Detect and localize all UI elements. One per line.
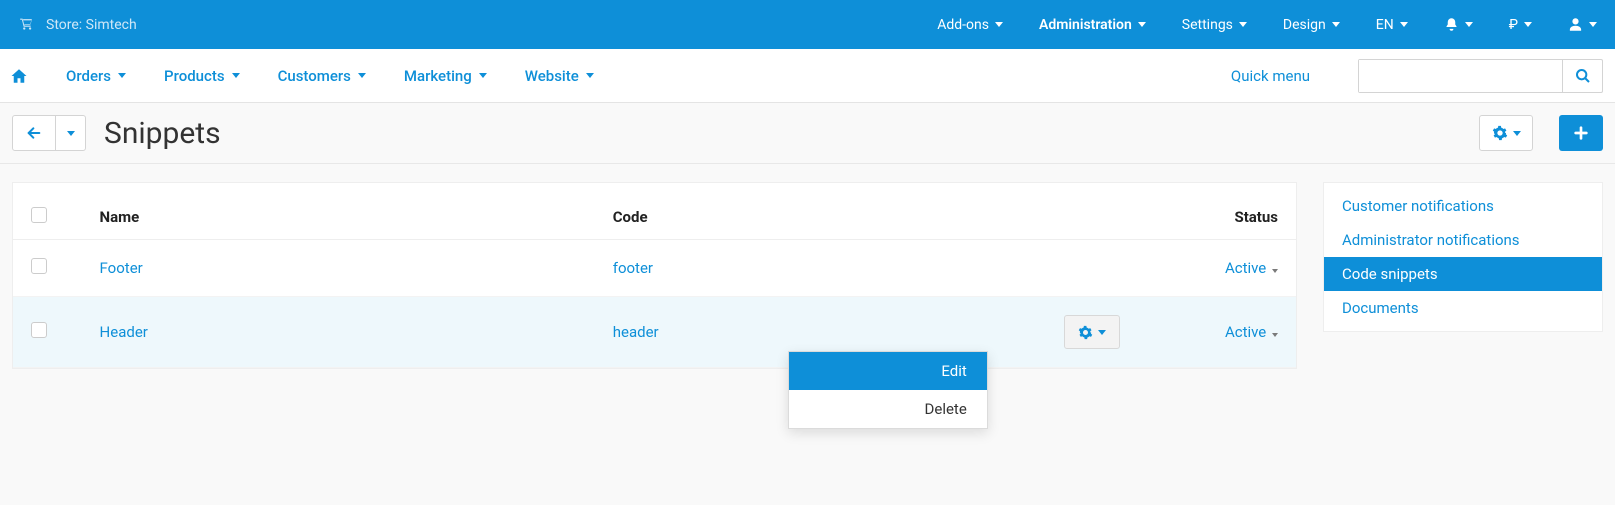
bell-icon [1444,17,1459,32]
nav-website[interactable]: Website [525,67,594,85]
header-actions [980,195,1138,240]
search-input[interactable] [1359,60,1562,92]
content-area: Name Code Status Footer footer Active He… [0,164,1615,409]
caret-icon [1272,333,1278,337]
caret-icon [1098,330,1106,335]
sidebar: Customer notifications Administrator not… [1323,182,1603,332]
caret-icon [586,73,594,78]
row-checkbox[interactable] [31,258,47,274]
caret-icon [67,131,75,136]
caret-icon [118,73,126,78]
gear-icon [1492,125,1508,141]
nav-marketing[interactable]: Marketing [404,67,487,85]
top-menu: Add-ons Administration Settings Design E… [937,17,1597,33]
page-settings-button[interactable] [1479,115,1533,151]
header-name: Name [82,195,595,240]
header-status: Status [1138,195,1296,240]
snippets-panel: Name Code Status Footer footer Active He… [12,182,1297,369]
sidebar-item-code-snippets[interactable]: Code snippets [1324,257,1602,291]
row-actions-button[interactable] [1064,315,1120,349]
caret-icon [995,22,1003,27]
plus-icon [1573,125,1589,141]
caret-icon [1272,269,1278,273]
menu-item-edit[interactable]: Edit [789,352,987,390]
nav-orders[interactable]: Orders [66,67,126,85]
back-dropdown[interactable] [56,115,86,151]
select-all-checkbox[interactable] [31,207,47,223]
snippet-code-link[interactable]: footer [613,259,653,277]
topmenu-currency[interactable]: ₽ [1509,17,1532,33]
caret-icon [1524,22,1532,27]
header-code: Code [595,195,980,240]
caret-icon [232,73,240,78]
table-row: Header header Edit Delete [13,297,1296,368]
caret-icon [1400,22,1408,27]
caret-icon [1465,22,1473,27]
snippets-table: Name Code Status Footer footer Active He… [13,195,1296,368]
snippet-name-link[interactable]: Footer [100,259,143,277]
search-button[interactable] [1562,60,1602,92]
topmenu-language[interactable]: EN [1376,17,1408,33]
menu-item-delete[interactable]: Delete [789,390,987,428]
snippet-name-link[interactable]: Header [100,323,148,341]
quick-menu[interactable]: Quick menu [1231,67,1310,85]
back-button-group [12,115,86,151]
store-label: Store: Simtech [46,17,137,33]
arrow-left-icon [25,125,43,141]
search-box [1358,59,1603,93]
store-selector[interactable]: Store: Simtech [18,17,137,33]
add-button[interactable] [1559,115,1603,151]
cart-icon [18,18,34,32]
gear-icon [1078,325,1093,340]
back-button[interactable] [12,115,56,151]
status-dropdown[interactable]: Active [1225,259,1278,277]
page-header: Snippets [0,103,1615,164]
caret-icon [1239,22,1247,27]
caret-icon [1332,22,1340,27]
caret-icon [358,73,366,78]
caret-icon [1138,22,1146,27]
snippet-code-link[interactable]: header [613,323,659,341]
table-row: Footer footer Active [13,240,1296,297]
caret-icon [1589,22,1597,27]
search-icon [1575,68,1591,84]
user-icon [1568,17,1583,32]
top-bar: Store: Simtech Add-ons Administration Se… [0,0,1615,49]
row-checkbox[interactable] [31,322,47,338]
nav-products[interactable]: Products [164,67,240,85]
sidebar-item-customer-notifications[interactable]: Customer notifications [1324,189,1602,223]
caret-icon [1513,131,1521,136]
topmenu-addons[interactable]: Add-ons [937,17,1003,33]
topmenu-design[interactable]: Design [1283,17,1340,33]
status-dropdown[interactable]: Active [1225,323,1278,341]
header-checkbox-cell [13,195,82,240]
topmenu-administration[interactable]: Administration [1039,17,1146,33]
topmenu-notifications[interactable] [1444,17,1473,32]
sidebar-item-administrator-notifications[interactable]: Administrator notifications [1324,223,1602,257]
nav-customers[interactable]: Customers [278,67,366,85]
sidebar-item-documents[interactable]: Documents [1324,291,1602,325]
page-title: Snippets [104,116,221,151]
home-button[interactable] [10,67,28,85]
caret-icon [479,73,487,78]
topmenu-settings[interactable]: Settings [1182,17,1247,33]
row-actions-menu: Edit Delete [788,351,988,429]
nav-bar: Orders Products Customers Marketing Webs… [0,49,1615,103]
topmenu-user[interactable] [1568,17,1597,32]
